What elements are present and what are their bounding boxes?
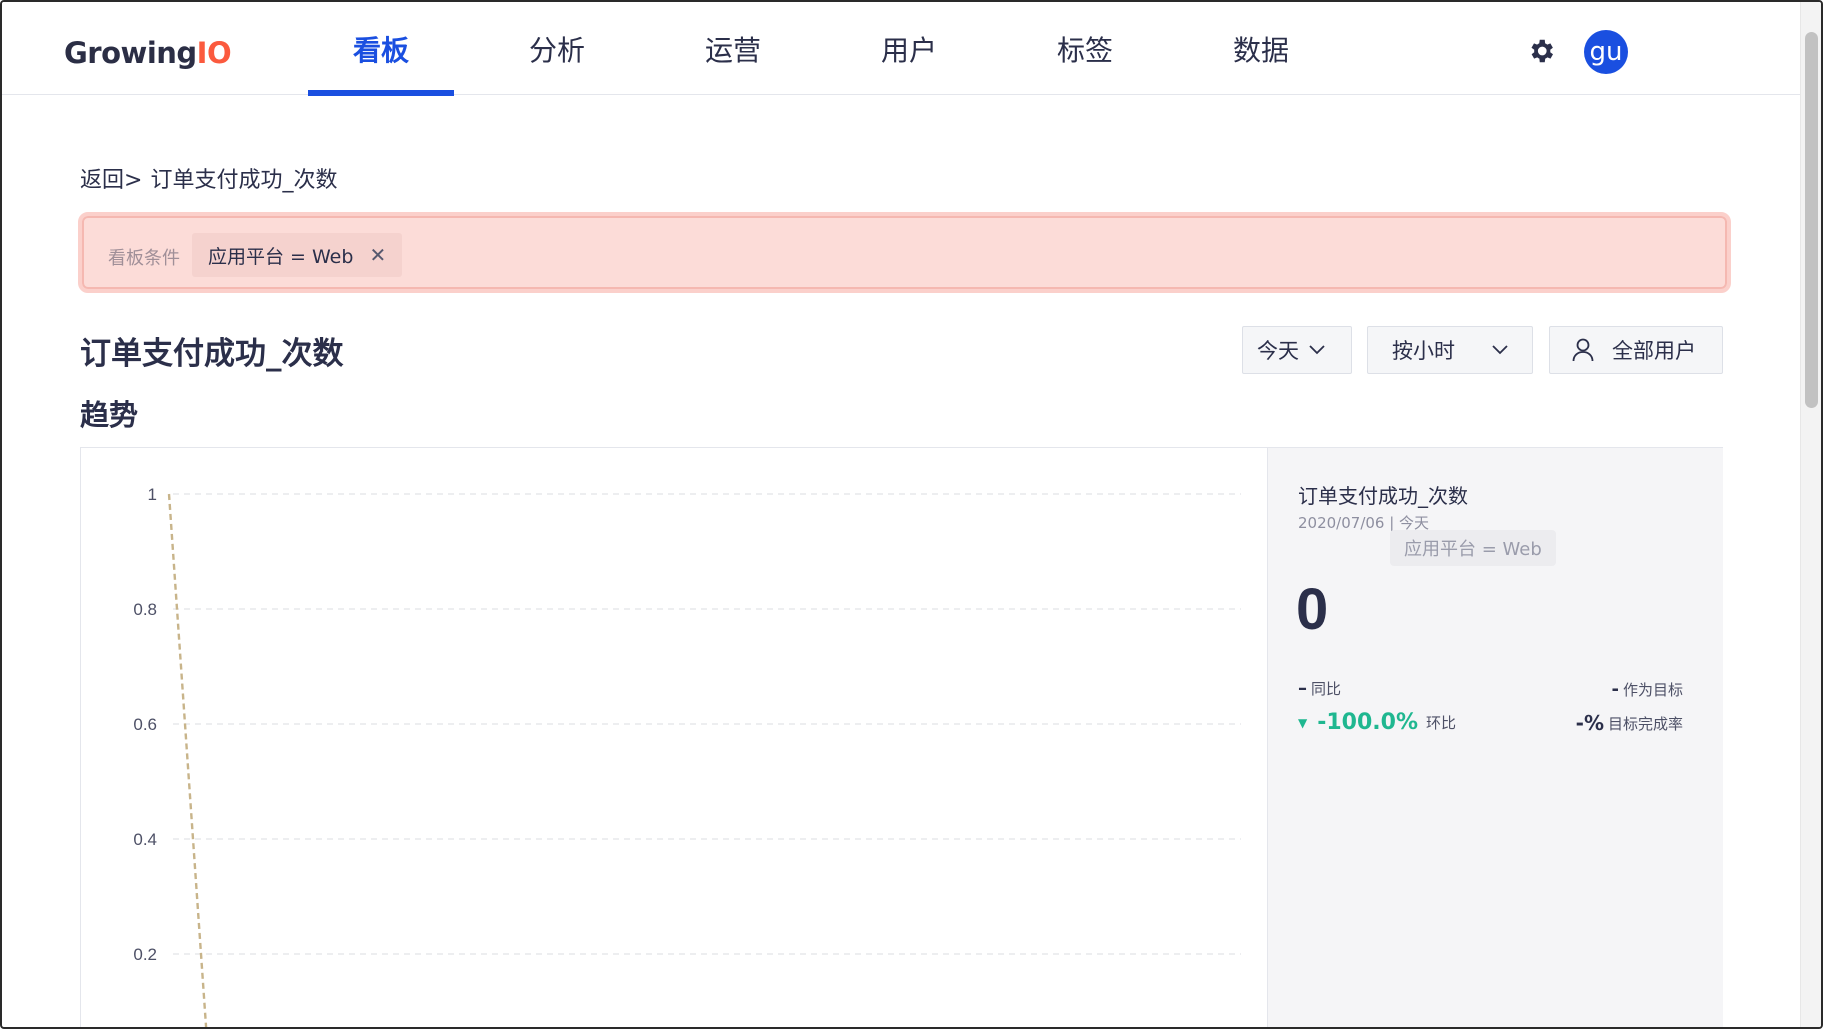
nav-users[interactable]: 用户 (836, 2, 982, 95)
target-metric[interactable]: - 作为目标 (1612, 679, 1684, 700)
y-tick-label: 0.8 (133, 600, 157, 619)
nav-data[interactable]: 数据 (1188, 2, 1334, 95)
section-title: 趋势 (80, 398, 139, 432)
scrollbar-thumb[interactable] (1805, 32, 1818, 408)
growingio-logo[interactable]: GrowingIO (64, 36, 232, 70)
target-value: - (1611, 679, 1619, 700)
interval-select[interactable]: 按小时 (1367, 326, 1533, 374)
nav-analysis[interactable]: 分析 (484, 2, 630, 95)
completion-rate-label: 目标完成率 (1607, 714, 1683, 733)
filter-chip-text: 应用平台 = Web (208, 245, 354, 268)
user-icon (1572, 338, 1594, 362)
mom-metric: ▼ -100.0% 环比 (1298, 710, 1456, 735)
nav-tags[interactable]: 标签 (1012, 2, 1158, 95)
user-segment-select[interactable]: 全部用户 (1549, 326, 1723, 374)
trend-chart: 1 0.8 0.6 0.4 0.2 (133, 485, 1241, 1027)
completion-rate-metric: -% 目标完成率 (1576, 711, 1683, 735)
series-line (167, 493, 208, 1027)
gear-icon[interactable] (1526, 36, 1556, 66)
summary-card: 订单支付成功_次数 2020/07/06 | 今天 应用平台 = Web 0 –… (1267, 448, 1723, 1027)
yoy-value: – (1298, 678, 1307, 699)
target-label: 作为目标 (1622, 681, 1683, 699)
chart-panel: 1 0.8 0.6 0.4 0.2 订单支付成功_次数 2020/07/06 | 今天 … (80, 447, 1723, 1027)
logo-text: Growing (64, 36, 197, 70)
user-avatar[interactable]: gu (1584, 30, 1628, 74)
summary-title: 订单支付成功_次数 (1298, 484, 1468, 508)
date-range-value: 今天 (1257, 339, 1299, 363)
completion-rate-value: -% (1575, 711, 1604, 735)
page-title: 订单支付成功_次数 (80, 336, 344, 372)
nav-dashboard[interactable]: 看板 (308, 2, 454, 96)
nav-operations[interactable]: 运营 (660, 2, 806, 95)
triangle-down-icon: ▼ (1298, 715, 1308, 730)
top-header: GrowingIO 看板 分析 运营 用户 标签 数据 gu (2, 2, 1800, 96)
chevron-down-icon (1492, 345, 1508, 355)
user-segment-value: 全部用户 (1612, 339, 1696, 363)
back-link[interactable]: 返回> (80, 162, 142, 194)
mom-label: 环比 (1426, 714, 1457, 732)
mom-value: -100.0% (1317, 710, 1418, 735)
close-icon[interactable]: ✕ (369, 243, 386, 267)
summary-value: 0 (1296, 577, 1329, 642)
summary-filter-chip: 应用平台 = Web (1390, 530, 1556, 566)
yoy-label: 同比 (1311, 680, 1342, 698)
logo-io: IO (196, 36, 232, 70)
y-tick-label: 0.2 (133, 945, 157, 964)
yoy-metric: – 同比 (1298, 678, 1341, 699)
interval-value: 按小时 (1392, 339, 1455, 363)
date-range-select[interactable]: 今天 (1242, 326, 1352, 374)
breadcrumb: 返回> 订单支付成功_次数 (80, 162, 337, 194)
chevron-down-icon (1309, 345, 1325, 355)
main-nav: 看板 分析 运营 用户 标签 数据 (308, 2, 1364, 96)
filter-label: 看板条件 (108, 248, 180, 269)
filter-chip[interactable]: 应用平台 = Web ✕ (192, 233, 403, 277)
breadcrumb-current: 订单支付成功_次数 (150, 168, 338, 193)
y-tick-label: 0.6 (133, 715, 157, 734)
app-window: GrowingIO 看板 分析 运营 用户 标签 数据 gu 返回> 订单支付成… (0, 0, 1823, 1029)
y-tick-label: 0.4 (133, 830, 157, 849)
y-tick-label: 1 (148, 485, 157, 504)
dashboard-filter-bar: 看板条件 应用平台 = Web ✕ (78, 212, 1731, 293)
